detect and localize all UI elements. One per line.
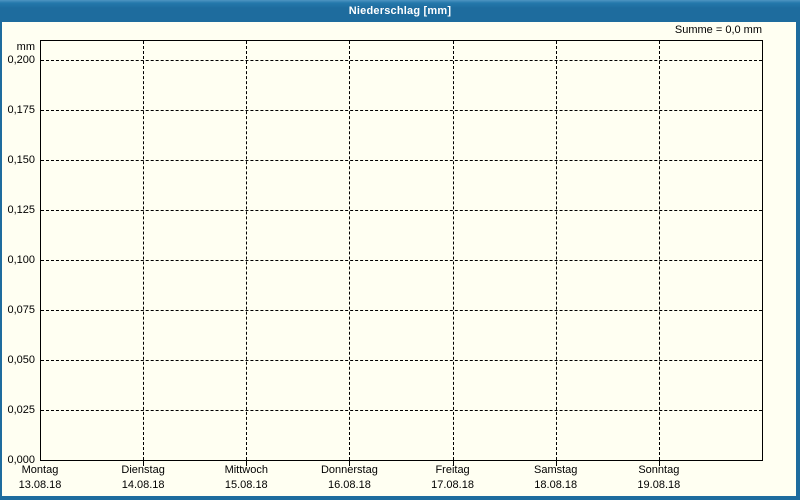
x-axis-category-label: Donnerstag 16.08.18: [297, 463, 401, 493]
x-axis-category-label: Dienstag 14.08.18: [91, 463, 195, 493]
x-axis-date-label: 18.08.18: [534, 479, 578, 491]
y-axis-tick-label: 0,025: [7, 404, 35, 416]
vertical-gridline: [349, 41, 351, 460]
vertical-gridline: [658, 41, 660, 460]
horizontal-gridline: [41, 260, 762, 261]
x-axis-day-label: Donnerstag: [320, 464, 378, 476]
x-axis-category-label: Mittwoch 15.08.18: [194, 463, 298, 493]
x-axis-category-label: Samstag 18.08.18: [504, 463, 608, 493]
window-frame-right: [796, 22, 800, 500]
window-frame-left: [0, 22, 2, 500]
horizontal-gridline: [41, 160, 762, 161]
y-axis-tick-label: 0,175: [7, 104, 35, 116]
x-axis-day-label: Montag: [21, 464, 59, 476]
horizontal-gridline: [41, 360, 762, 361]
x-axis-day-label: Dienstag: [121, 464, 165, 476]
vertical-gridline: [246, 41, 248, 460]
x-axis-date-label: 17.08.18: [431, 479, 474, 491]
horizontal-gridline: [41, 110, 762, 111]
x-axis-date-label: 19.08.18: [637, 479, 681, 491]
x-axis-date-label: 16.08.18: [328, 479, 371, 491]
horizontal-gridline: [41, 310, 762, 311]
vertical-gridline: [452, 41, 454, 460]
sum-annotation: Summe = 0,0 mm: [674, 24, 762, 36]
horizontal-gridline: [41, 60, 762, 61]
y-axis-unit-label: mm: [16, 41, 35, 53]
y-axis-tick-label: 0,150: [7, 154, 35, 166]
app-window: Niederschlag [mm] Summe = 0,0 mm mm 0,00…: [0, 0, 800, 500]
vertical-gridline: [555, 41, 557, 460]
x-axis-day-label: Samstag: [533, 464, 578, 476]
window-titlebar[interactable]: Niederschlag [mm]: [0, 0, 800, 22]
x-axis-category-label: Montag 13.08.18: [0, 463, 92, 493]
plot-area: [40, 40, 763, 461]
y-axis-tick-label: 0,125: [7, 204, 35, 216]
window-title: Niederschlag [mm]: [348, 5, 452, 17]
x-axis-date-label: 15.08.18: [224, 479, 268, 491]
x-axis-day-label: Freitag: [435, 464, 470, 476]
horizontal-gridline: [41, 410, 762, 411]
x-axis-category-label: Sonntag 19.08.18: [607, 463, 711, 493]
x-axis-day-label: Sonntag: [638, 464, 680, 476]
y-axis-tick-label: 0,200: [7, 54, 35, 66]
x-axis-day-label: Mittwoch: [224, 464, 268, 476]
y-axis-tick-label: 0,075: [7, 304, 35, 316]
y-axis-tick-label: 0,100: [7, 254, 35, 266]
vertical-gridline: [143, 41, 145, 460]
y-axis-tick-label: 0,050: [7, 354, 35, 366]
horizontal-gridline: [41, 210, 762, 211]
window-frame-bottom: [0, 496, 800, 500]
x-axis-date-label: 13.08.18: [18, 479, 62, 491]
x-axis-date-label: 14.08.18: [121, 479, 165, 491]
x-axis-category-label: Freitag 17.08.18: [401, 463, 505, 493]
